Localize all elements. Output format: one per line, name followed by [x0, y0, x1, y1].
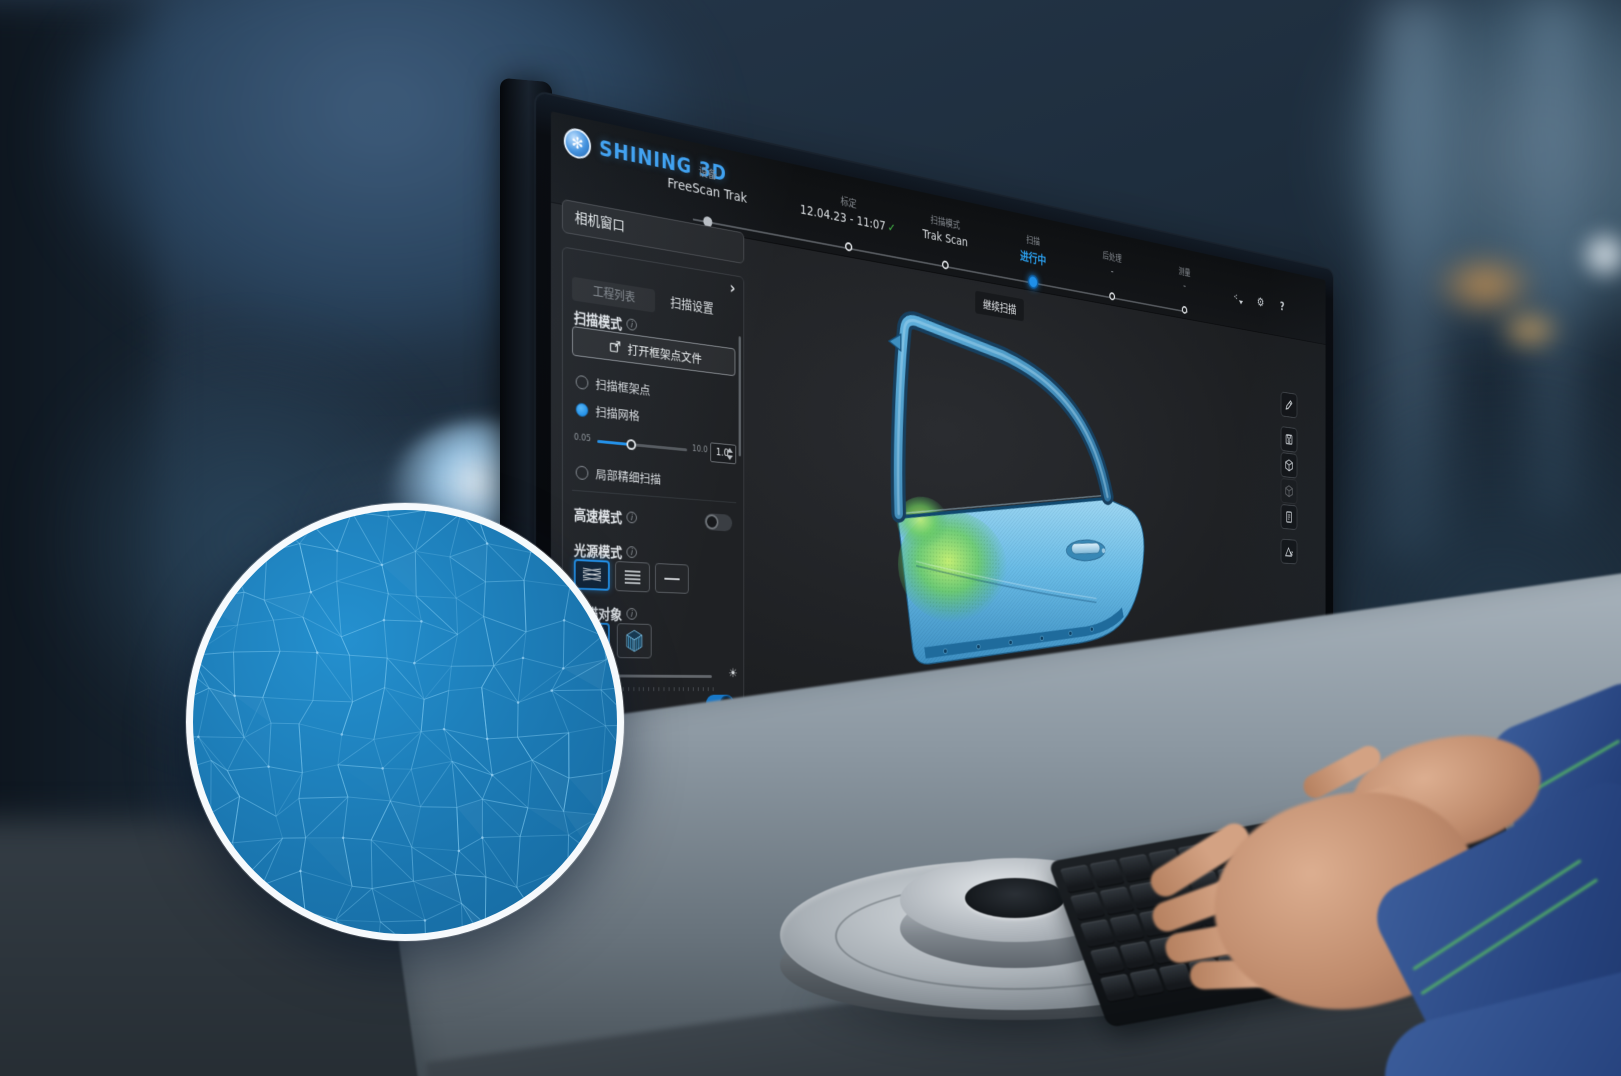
- high-speed-toggle[interactable]: [705, 513, 733, 532]
- panel-scrollbar[interactable]: [739, 336, 741, 456]
- workflow-node-scan-mode[interactable]: [942, 260, 949, 270]
- slider-track[interactable]: [597, 440, 687, 451]
- open-frame-file-button[interactable]: 打开框架点文件: [572, 326, 735, 376]
- continue-scan-button[interactable]: 继续扫描: [975, 291, 1024, 322]
- globe-logo-icon: ✻: [564, 126, 591, 161]
- info-icon[interactable]: i: [626, 511, 636, 523]
- slider-knob[interactable]: [627, 439, 637, 451]
- package-box-icon: [1285, 484, 1294, 498]
- single-line-icon: [664, 571, 681, 587]
- striped-cube-icon: [625, 629, 644, 652]
- workflow-step-calibration[interactable]: 标定 12.04.23 - 11:07✓: [800, 185, 895, 235]
- radio-icon: [576, 465, 589, 480]
- light-mode-multiline-button[interactable]: [615, 561, 650, 592]
- settings-gear-icon[interactable]: ⚙: [1256, 294, 1265, 309]
- help-icon[interactable]: ?: [1278, 299, 1287, 314]
- edit-tool-button[interactable]: [1281, 392, 1297, 419]
- spinner-up-icon[interactable]: [727, 448, 733, 453]
- parallel-lines-icon: [624, 569, 641, 585]
- workflow-node-measure[interactable]: [1182, 306, 1187, 315]
- calibration-check-icon: ✓: [888, 221, 896, 236]
- workflow-step-postprocess[interactable]: 后处理 -: [1103, 249, 1122, 280]
- pen-icon: [1285, 398, 1294, 412]
- scan-object-striped-button[interactable]: [617, 623, 652, 658]
- background-amber-light: [1495, 305, 1565, 355]
- open-file-icon: [609, 339, 621, 354]
- workflow-step-scan[interactable]: 扫描 进行中: [1020, 232, 1046, 269]
- report-document-icon: [1285, 510, 1294, 524]
- share-icon[interactable]: [1234, 290, 1243, 305]
- car-door-3d-model[interactable]: [880, 301, 1178, 685]
- spinner-down-icon[interactable]: [727, 455, 733, 460]
- info-icon[interactable]: i: [626, 608, 636, 620]
- info-icon[interactable]: i: [626, 546, 636, 558]
- share-caret-icon: [1239, 300, 1243, 304]
- brightness-sun-icon: ☀: [728, 667, 737, 681]
- light-mode-single-line-button[interactable]: [655, 563, 689, 594]
- mesh-detail-inset-circle: [186, 503, 624, 941]
- resolution-value-spinner[interactable]: 1.0: [710, 442, 736, 464]
- mesh-repair-icon: [1285, 545, 1294, 559]
- workflow-node-postprocess[interactable]: [1109, 292, 1115, 301]
- triangular-mesh-pattern: [193, 510, 624, 941]
- workflow-step-measure[interactable]: 测量 -: [1179, 265, 1191, 294]
- save-file-button[interactable]: [1281, 426, 1297, 453]
- report-button[interactable]: [1281, 504, 1297, 530]
- radio-scan-mesh[interactable]: 扫描网格: [576, 399, 640, 424]
- top-right-icons: ⚙ ?: [1234, 290, 1287, 314]
- mesh-repair-button[interactable]: [1281, 539, 1297, 565]
- workflow-step-scan-mode[interactable]: 扫描模式 Trak Scan: [922, 211, 967, 250]
- radio-icon: [576, 374, 589, 389]
- radio-scan-frame-points[interactable]: 扫描框架点: [576, 372, 651, 399]
- resolution-min: 0.05: [574, 433, 591, 444]
- workflow-node-calibration[interactable]: [845, 242, 852, 252]
- export-box-button[interactable]: [1281, 478, 1297, 504]
- save-file-icon: [1285, 432, 1294, 446]
- tab-scan-settings[interactable]: 扫描设置: [665, 291, 718, 322]
- scene: ✻ SHINING 3D 设备 FreeScan Trak 标定 12.04.2…: [0, 0, 1621, 1076]
- radio-selected-icon: [576, 402, 589, 417]
- workflow-node-scan-active[interactable]: [1028, 274, 1039, 290]
- slider-fill: [597, 440, 628, 446]
- divider: [572, 490, 736, 503]
- info-icon[interactable]: i: [626, 318, 636, 331]
- collapse-panel-icon[interactable]: ›: [730, 279, 736, 298]
- package-box-icon: [1285, 458, 1294, 472]
- radio-local-fine-scan[interactable]: 局部精细扫描: [576, 462, 661, 488]
- project-package-button[interactable]: [1281, 452, 1297, 478]
- resolution-max: 10.0: [692, 444, 708, 455]
- resolution-slider[interactable]: 0.05 10.0 1.0: [574, 429, 736, 465]
